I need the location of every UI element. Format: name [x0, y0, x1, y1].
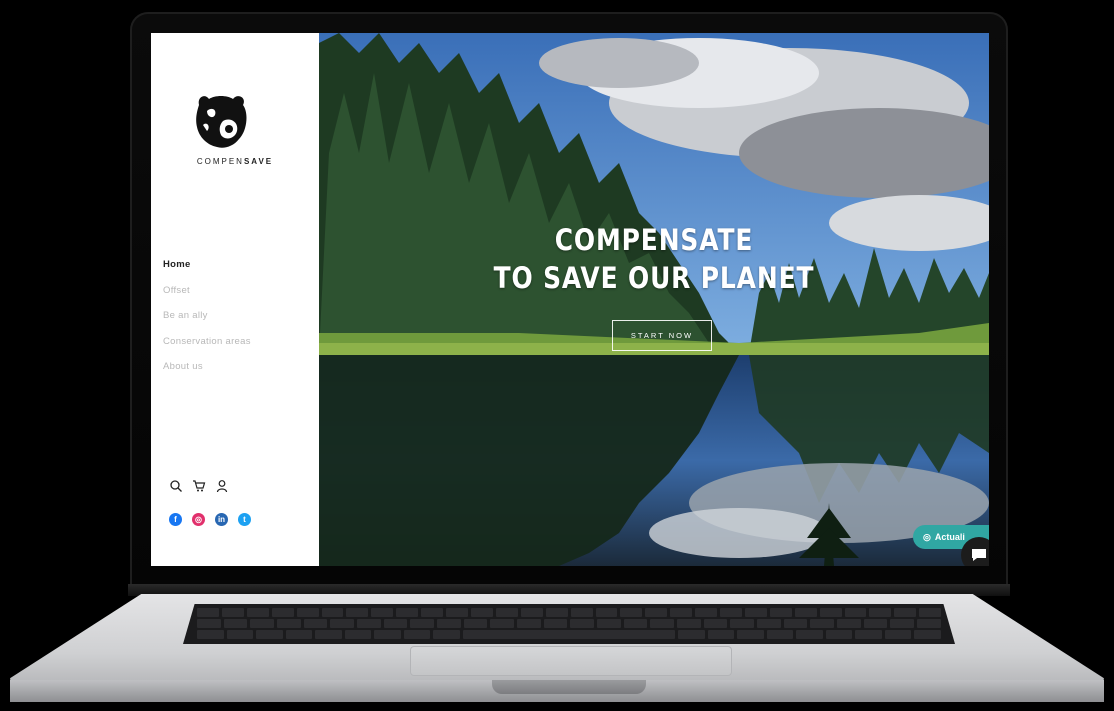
- instagram-icon[interactable]: ◎: [192, 513, 205, 526]
- laptop-screen: COMPENSAVE Home Offset Be an ally Conser…: [151, 33, 989, 566]
- hero-headline-line1: COMPENSATE: [554, 223, 754, 257]
- hero-landscape-image: [319, 33, 989, 566]
- nav-item-conservation-areas[interactable]: Conservation areas: [163, 336, 251, 362]
- main-nav: Home Offset Be an ally Conservation area…: [163, 259, 251, 387]
- social-links: f ◎ in t: [169, 513, 251, 526]
- nav-item-offset[interactable]: Offset: [163, 285, 251, 311]
- laptop-lid-notch: [492, 680, 646, 694]
- keyboard-row: [197, 608, 942, 617]
- utility-icons: [169, 479, 229, 493]
- brand-wordmark[interactable]: COMPENSAVE: [151, 157, 319, 166]
- keyboard-row: [197, 619, 941, 628]
- linkedin-icon[interactable]: in: [215, 513, 228, 526]
- twitter-icon[interactable]: t: [238, 513, 251, 526]
- laptop-trackpad: [410, 646, 732, 676]
- sidebar: COMPENSAVE Home Offset Be an ally Conser…: [151, 33, 319, 566]
- hero-section: COMPENSATE TO SAVE OUR PLANET START NOW …: [319, 33, 989, 566]
- pill-dot-icon: ◎: [923, 531, 931, 542]
- facebook-icon[interactable]: f: [169, 513, 182, 526]
- search-icon[interactable]: [169, 479, 183, 493]
- nav-item-be-an-ally[interactable]: Be an ally: [163, 310, 251, 336]
- brand-name-light: COMPEN: [196, 157, 244, 166]
- hero-headline: COMPENSATE TO SAVE OUR PLANET: [366, 221, 942, 297]
- nav-item-about-us[interactable]: About us: [163, 361, 251, 387]
- cart-icon[interactable]: [192, 479, 206, 493]
- brand-name-bold: SAVE: [243, 157, 274, 166]
- nav-item-home[interactable]: Home: [163, 259, 251, 285]
- laptop-keyboard: [183, 604, 955, 644]
- status-pill-label: Actuali: [934, 532, 965, 542]
- bear-head-icon[interactable]: [193, 91, 249, 151]
- chat-bubble-icon: [972, 549, 986, 561]
- keyboard-row: [197, 630, 941, 639]
- user-icon[interactable]: [215, 479, 229, 493]
- start-now-button[interactable]: START NOW: [612, 320, 712, 351]
- hero-headline-line2: TO SAVE OUR PLANET: [493, 261, 815, 295]
